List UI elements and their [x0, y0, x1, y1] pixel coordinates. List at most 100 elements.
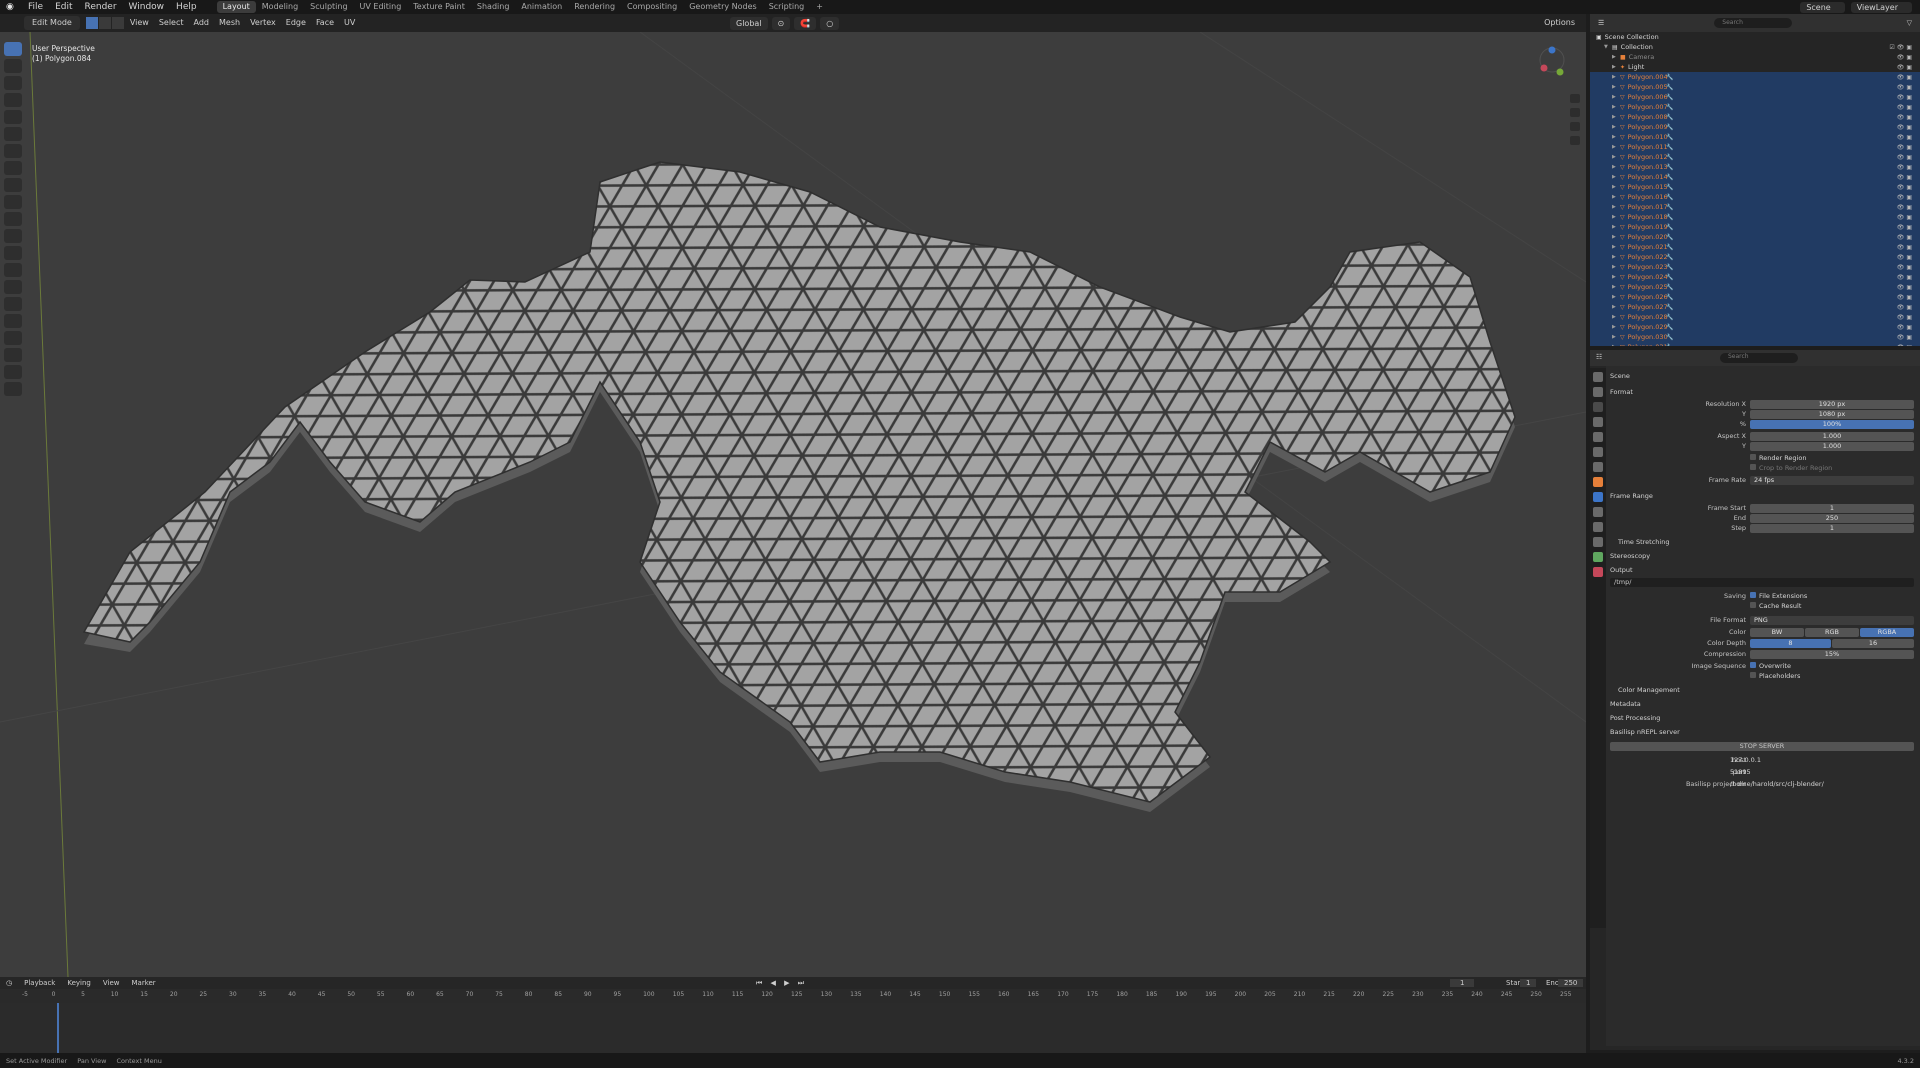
- expand-icon[interactable]: ▶: [1612, 124, 1620, 130]
- smooth-tool-icon[interactable]: [4, 314, 22, 328]
- rip-tool-icon[interactable]: [4, 382, 22, 396]
- expand-icon[interactable]: ▶: [1612, 254, 1620, 260]
- color-rgba-button[interactable]: RGBA: [1860, 628, 1914, 637]
- color-depth-8-button[interactable]: 8: [1750, 639, 1831, 648]
- file-extensions-checkbox[interactable]: File Extensions: [1750, 592, 1807, 600]
- outliner-object-row[interactable]: ▶ ▽ Polygon.012 🔧 👁▣: [1590, 152, 1920, 162]
- visibility-icons[interactable]: 👁▣: [1897, 274, 1914, 281]
- outliner-object-row[interactable]: ▶ ▽ Polygon.007 🔧 👁▣: [1590, 102, 1920, 112]
- visibility-icons[interactable]: 👁▣: [1897, 214, 1914, 221]
- visibility-icons[interactable]: 👁▣: [1897, 344, 1914, 347]
- expand-icon[interactable]: ▶: [1612, 174, 1620, 180]
- timeline-ruler[interactable]: -5 0 5 10 15 20 25 30 35 40 45 50 55 60 65 70 75 80 85 90 95…: [0, 989, 1586, 1003]
- workspace-tab-animation[interactable]: Animation: [515, 1, 568, 13]
- expand-icon[interactable]: ▶: [1612, 204, 1620, 210]
- select-box-tool-icon[interactable]: [4, 42, 22, 56]
- expand-icon[interactable]: ▶: [1612, 104, 1620, 110]
- visibility-icons[interactable]: 👁▣: [1897, 184, 1914, 191]
- editor-type-icon[interactable]: ◷: [0, 979, 18, 987]
- edge-select-icon[interactable]: [98, 17, 111, 29]
- visibility-icons[interactable]: 👁▣: [1897, 94, 1914, 101]
- particles-tab-icon[interactable]: [1593, 507, 1603, 517]
- outliner-object-row[interactable]: ▶ ▽ Polygon.030 🔧 👁▣: [1590, 332, 1920, 342]
- modifier-icon[interactable]: 🔧: [1666, 304, 1673, 311]
- visibility-icons[interactable]: 👁▣: [1897, 194, 1914, 201]
- visibility-icons[interactable]: 👁▣: [1897, 244, 1914, 251]
- expand-icon[interactable]: ▶: [1612, 184, 1620, 190]
- visibility-icons[interactable]: 👁▣: [1897, 154, 1914, 161]
- visibility-icons[interactable]: 👁▣: [1897, 264, 1914, 271]
- modifier-icon[interactable]: 🔧: [1666, 294, 1673, 301]
- menu-view[interactable]: View: [125, 16, 154, 30]
- outliner-object-row[interactable]: ▶ ▽ Polygon.027 🔧 👁▣: [1590, 302, 1920, 312]
- outliner-object-row[interactable]: ▶ ▽ Polygon.028 🔧 👁▣: [1590, 312, 1920, 322]
- expand-icon[interactable]: ▶: [1612, 144, 1620, 150]
- visibility-icons[interactable]: 👁▣: [1897, 314, 1914, 321]
- timeline-end-field[interactable]: 250: [1558, 979, 1584, 987]
- time-stretching-subpanel[interactable]: Time Stretching: [1618, 538, 1669, 546]
- expand-icon[interactable]: ▶: [1612, 154, 1620, 160]
- options-button[interactable]: Options: [1539, 16, 1580, 30]
- proportional-edit-icon[interactable]: ○: [820, 16, 840, 30]
- modifier-icon[interactable]: 🔧: [1666, 164, 1673, 171]
- modifier-icon[interactable]: 🔧: [1666, 184, 1673, 191]
- menu-vertex[interactable]: Vertex: [245, 16, 281, 30]
- extrude-tool-icon[interactable]: [4, 195, 22, 209]
- expand-icon[interactable]: ▶: [1612, 244, 1620, 250]
- modifier-icon[interactable]: 🔧: [1666, 344, 1673, 347]
- modifier-icon[interactable]: 🔧: [1666, 254, 1673, 261]
- color-rgb-button[interactable]: RGB: [1805, 628, 1859, 637]
- scene-tab-icon[interactable]: [1593, 432, 1603, 442]
- compression-slider[interactable]: 15%: [1750, 650, 1914, 659]
- visibility-icons[interactable]: 👁▣: [1897, 284, 1914, 291]
- timeline-menu-marker[interactable]: Marker: [125, 979, 161, 987]
- workspace-tab-layout[interactable]: Layout: [216, 1, 256, 13]
- modifier-icon[interactable]: 🔧: [1666, 104, 1673, 111]
- visibility-icons[interactable]: 👁▣: [1897, 144, 1914, 151]
- timeline-menu-view[interactable]: View: [97, 979, 126, 987]
- move-tool-icon[interactable]: [4, 76, 22, 90]
- expand-icon[interactable]: ▶: [1612, 84, 1620, 90]
- post-processing-section-header[interactable]: Post Processing: [1610, 714, 1660, 722]
- vertex-select-icon[interactable]: [85, 17, 98, 29]
- workspace-tab-compositing[interactable]: Compositing: [621, 1, 683, 13]
- outliner-editor-icon[interactable]: ☰: [1598, 19, 1604, 27]
- menu-render[interactable]: Render: [79, 0, 123, 14]
- physics-tab-icon[interactable]: [1593, 522, 1603, 532]
- stereoscopy-section-header[interactable]: Stereoscopy: [1610, 552, 1650, 560]
- output-tab-icon[interactable]: [1593, 402, 1603, 412]
- aspect-y-field[interactable]: 1.000: [1750, 442, 1914, 451]
- rotate-tool-icon[interactable]: [4, 93, 22, 107]
- hex-tile-mesh[interactable]: [0, 32, 1586, 977]
- frame-rate-select[interactable]: 24 fps: [1750, 476, 1914, 485]
- modifier-icon[interactable]: 🔧: [1666, 224, 1673, 231]
- transform-tool-icon[interactable]: [4, 127, 22, 141]
- expand-icon[interactable]: ▶: [1612, 334, 1620, 340]
- visibility-icons[interactable]: 👁▣: [1897, 134, 1914, 141]
- workspace-tab-shading[interactable]: Shading: [471, 1, 516, 13]
- outliner-object-row[interactable]: ▶ ▽ Polygon.006 🔧 👁▣: [1590, 92, 1920, 102]
- workspace-tab-modeling[interactable]: Modeling: [256, 1, 304, 13]
- expand-icon[interactable]: ▶: [1612, 274, 1620, 280]
- modifier-icon[interactable]: 🔧: [1666, 234, 1673, 241]
- resolution-x-field[interactable]: 1920 px: [1750, 400, 1914, 409]
- menu-edit[interactable]: Edit: [49, 0, 78, 14]
- expand-icon[interactable]: ▶: [1612, 224, 1620, 230]
- modifier-icon[interactable]: 🔧: [1666, 124, 1673, 131]
- frame-range-section-header[interactable]: Frame Range: [1610, 492, 1653, 500]
- outliner-item-light[interactable]: ▶ ✦ Light 👁▣: [1590, 62, 1920, 72]
- outliner-object-row[interactable]: ▶ ▽ Polygon.020 🔧 👁▣: [1590, 232, 1920, 242]
- outliner-object-row[interactable]: ▶ ▽ Polygon.010 🔧 👁▣: [1590, 132, 1920, 142]
- render-region-checkbox[interactable]: Render Region: [1750, 454, 1806, 462]
- expand-icon[interactable]: ▶: [1612, 114, 1620, 120]
- cache-result-checkbox[interactable]: Cache Result: [1750, 602, 1801, 610]
- bevel-tool-icon[interactable]: [4, 229, 22, 243]
- poly-build-tool-icon[interactable]: [4, 280, 22, 294]
- scene-collection-row[interactable]: ▣ Scene Collection: [1590, 32, 1920, 42]
- modifier-tab-icon[interactable]: [1593, 492, 1603, 502]
- outliner-object-row[interactable]: ▶ ▽ Polygon.004 🔧 👁▣: [1590, 72, 1920, 82]
- navigation-gizmo[interactable]: [1522, 42, 1582, 162]
- outliner-object-row[interactable]: ▶ ▽ Polygon.024 🔧 👁▣: [1590, 272, 1920, 282]
- expand-icon[interactable]: ▶: [1612, 74, 1620, 80]
- modifier-icon[interactable]: 🔧: [1666, 194, 1673, 201]
